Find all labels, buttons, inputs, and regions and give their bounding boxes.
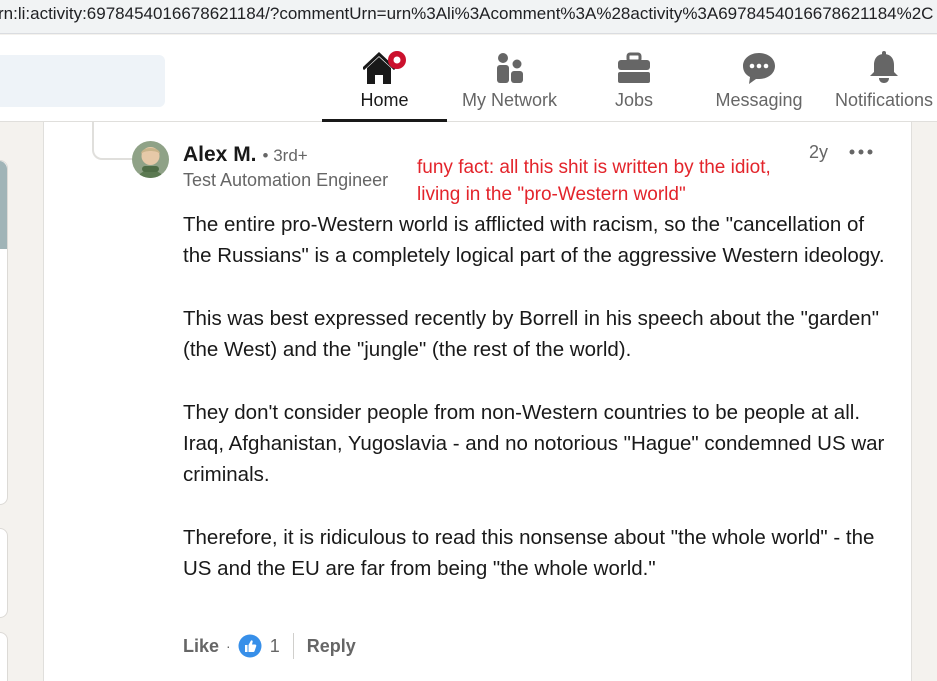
avatar[interactable] [132, 141, 169, 178]
thread-connector [92, 122, 132, 160]
nav-notifications[interactable]: Notifications [830, 35, 937, 121]
reaction-count[interactable]: 1 [270, 636, 280, 657]
like-button[interactable]: Like [183, 636, 219, 657]
left-card [0, 632, 8, 681]
nav-notifications-label: Notifications [834, 90, 934, 110]
ellipsis-icon [849, 149, 873, 155]
bell-icon [868, 51, 900, 85]
author-headline: Test Automation Engineer [183, 170, 389, 190]
people-icon [494, 51, 526, 85]
nav-jobs-label: Jobs [614, 90, 654, 110]
annotation-line-1: funy fact: all this shit is written by t… [417, 157, 771, 178]
author-name[interactable]: Alex M. [183, 143, 257, 167]
left-card [0, 528, 8, 618]
comment-paragraph: The entire pro-Western world is afflicte… [183, 213, 885, 268]
annotation-line-2: living in the "pro-Western world" [417, 184, 686, 205]
separator-dot: · [226, 638, 231, 654]
like-reaction-icon[interactable] [238, 634, 262, 658]
nav-my-network-label: My Network [461, 90, 557, 110]
nav-home[interactable]: Home [322, 35, 447, 122]
comment-timestamp: 2y [809, 142, 829, 162]
screenshot-root: rn:li:activity:6978454016678621184/?comm… [0, 0, 937, 681]
profile-card[interactable] [0, 160, 8, 505]
comment-paragraph: They don't consider people from non-West… [183, 400, 885, 487]
divider [292, 633, 294, 659]
more-options-button[interactable] [848, 140, 874, 164]
chat-bubble-icon [741, 51, 777, 85]
url-text[interactable]: rn:li:activity:6978454016678621184/?comm… [0, 4, 933, 24]
profile-card-banner [0, 161, 7, 249]
reply-button[interactable]: Reply [307, 636, 356, 657]
nav-my-network[interactable]: My Network [452, 35, 567, 121]
top-nav-bar: Home My Network Jobs Messaging Notificat… [0, 35, 937, 122]
connection-degree: • 3rd+ [262, 146, 308, 165]
comment-author: Alex M. • 3rd+ [183, 143, 308, 167]
briefcase-icon [617, 51, 651, 85]
nav-messaging[interactable]: Messaging [709, 35, 809, 121]
nav-home-label: Home [360, 90, 409, 110]
comment-text: The entire pro-Western world is afflicte… [183, 209, 895, 616]
comment-paragraph: Therefore, it is ridiculous to read this… [183, 525, 875, 581]
nav-jobs[interactable]: Jobs [594, 35, 674, 121]
search-input[interactable] [0, 55, 165, 107]
red-annotation: funy fact: all this shit is written by t… [417, 154, 771, 208]
comment-actions: Like · 1 Reply [183, 632, 356, 660]
browser-address-bar[interactable]: rn:li:activity:6978454016678621184/?comm… [0, 0, 937, 34]
home-icon [362, 51, 407, 85]
comment-paragraph: This was best expressed recently by Borr… [183, 306, 879, 362]
nav-messaging-label: Messaging [715, 90, 803, 110]
